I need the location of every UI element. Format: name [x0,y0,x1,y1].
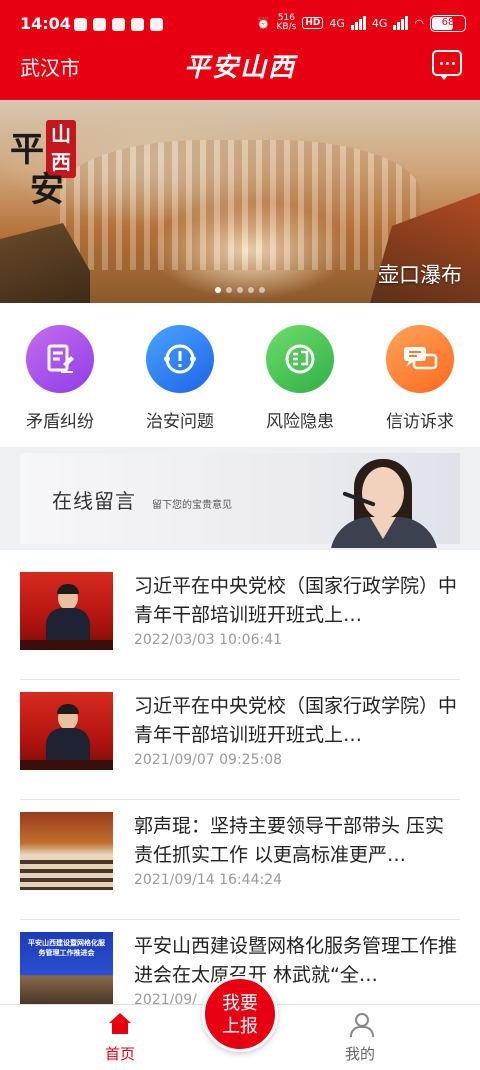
carousel-dot[interactable] [215,287,221,293]
petition-icon [386,325,454,393]
alarm-icon: ⏰ [256,16,271,30]
action-label: 风险隐患 [266,412,334,432]
home-icon [109,1013,131,1035]
carousel-indicator[interactable] [0,287,480,293]
notification-icon [93,18,106,31]
wifi-icon: ◠ [414,16,424,30]
nav-home[interactable]: 首页 [80,1013,160,1064]
status-indicators: ⏰ 516 KB/s HD 4G 4G ◠ 68 [257,14,466,32]
security-alert-icon [146,325,214,393]
online-message-title: 在线留言 [52,489,136,513]
status-time: 14:04 [20,14,71,33]
thumbnail-caption: 平安山西建设暨网格化服务管理工作推进会 [28,939,105,957]
waterfall-image [60,140,420,270]
dispute-icon [26,325,94,393]
action-risk[interactable]: 风险隐患 [240,303,360,447]
carousel-dot[interactable] [226,287,232,293]
action-dispute[interactable]: 矛盾纠纷 [0,303,120,447]
status-bar: 14:04 ⏰ 516 KB/s HD 4G 4G ◠ 68 [0,0,480,44]
top-bar: 14:04 ⏰ 516 KB/s HD 4G 4G ◠ 68 武汉市 平安山西 [0,0,480,100]
app-title: 平安山西 [183,53,296,83]
news-list: 习近平在中央党校（国家行政学院）中青年干部培训班开班式上… 2022/03/03… [0,560,480,1040]
news-item[interactable]: 郭声琨：坚持主要领导干部带头 压实责任抓实工作 以更高标准更严… 2021/09… [20,800,460,920]
signal-label-2: 4G [371,16,388,30]
action-label: 矛盾纠纷 [26,412,94,432]
online-message-subtitle: 留下您的宝贵意见 [152,500,232,511]
news-item[interactable]: 习近平在中央党校（国家行政学院）中青年干部培训班开班式上… 2022/03/03… [20,560,460,680]
news-title: 习近平在中央党校（国家行政学院）中青年干部培训班开班式上… [134,695,458,746]
hd-badge: HD [302,17,324,29]
signal-icon [393,16,409,30]
action-label: 信访诉求 [386,412,454,432]
notification-icon [74,18,87,31]
nav-me-label: 我的 [344,1045,375,1063]
network-speed: 516 KB/s [276,13,297,32]
message-icon[interactable] [432,50,462,80]
nav-home-label: 首页 [104,1045,135,1063]
customer-service-image [312,457,442,548]
news-title: 习近平在中央党校（国家行政学院）中青年干部培训班开班式上… [134,575,458,626]
action-security[interactable]: 治安问题 [120,303,240,447]
action-label: 治安问题 [146,412,214,432]
news-title: 平安山西建设暨网格化服务管理工作推进会在太原召开 林武就“全… [134,935,458,986]
notification-icon [150,18,163,31]
status-app-icons [74,18,163,31]
notification-icon [131,18,144,31]
action-petition[interactable]: 信访诉求 [360,303,480,447]
news-date: 2021/09/14 16:44:24 [134,872,283,888]
news-date: 2022/03/03 10:06:41 [134,632,283,648]
nav-me[interactable]: 我的 [320,1013,400,1064]
online-message-section: 在线留言 留下您的宝贵意见 [0,447,480,550]
banner-calligraphy: 平 安 [10,130,64,210]
carousel-dot[interactable] [237,287,243,293]
news-thumbnail [20,692,113,770]
signal-icon [350,16,366,30]
carousel-dot[interactable] [248,287,254,293]
news-thumbnail: 平安山西建设暨网格化服务管理工作推进会 [20,932,113,1010]
battery-icon: 68 [430,14,466,32]
signal-label-1: 4G [329,16,345,30]
news-thumbnail [20,812,113,890]
carousel-dot[interactable] [259,287,265,293]
news-title: 郭声琨：坚持主要领导干部带头 压实责任抓实工作 以更高标准更严… [134,815,445,866]
notification-icon [112,18,125,31]
banner-carousel[interactable]: 山西 平 安 壶口瀑布 [0,100,480,303]
battery-level: 68 [441,16,455,28]
report-button[interactable]: 我要 上报 [202,976,278,1052]
news-date: 2021/09/07 09:25:08 [134,752,283,768]
banner-caption: 壶口瀑布 [378,263,462,287]
quick-actions: 矛盾纠纷 治安问题 风险隐患 信访诉求 [0,303,480,447]
news-item[interactable]: 习近平在中央党校（国家行政学院）中青年干部培训班开班式上… 2021/09/07… [20,680,460,800]
news-thumbnail [20,572,113,650]
user-icon [349,1013,374,1037]
risk-icon [266,325,334,393]
online-message-banner[interactable]: 在线留言 留下您的宝贵意见 [20,453,460,548]
